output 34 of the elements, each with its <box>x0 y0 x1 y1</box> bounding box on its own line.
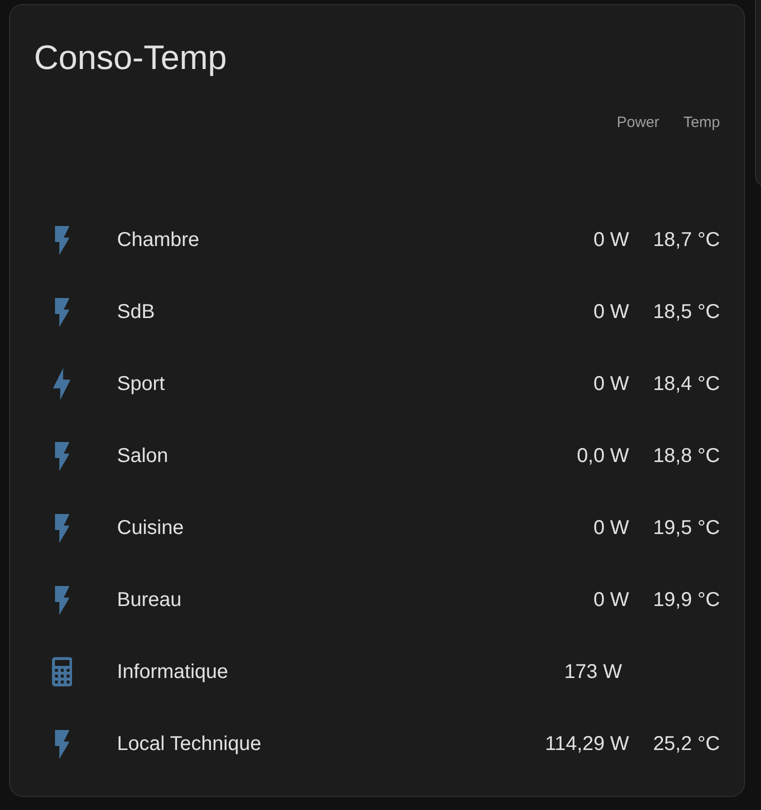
room-name: Chambre <box>117 228 200 252</box>
power-value: 0 W <box>594 228 630 252</box>
room-name: Bureau <box>117 588 182 612</box>
power-value: 0,0 W <box>576 444 630 468</box>
temperature-value: 25,2 °C <box>653 732 720 756</box>
temperature-value: 18,8 °C <box>653 444 720 468</box>
lightning-bolt-icon <box>54 442 70 470</box>
lightning-bolt-icon <box>54 514 70 542</box>
lightning-bolt-icon <box>54 298 70 326</box>
power-value: 0 W <box>594 300 630 324</box>
power-value: 114,29 W <box>544 732 630 756</box>
power-value: 0 W <box>594 516 630 540</box>
lightning-bolt-icon <box>54 226 70 254</box>
column-header: Power <box>616 114 660 132</box>
calculator-icon <box>52 657 72 687</box>
room-name: Salon <box>117 444 170 468</box>
temperature-value: 18,7 °C <box>653 228 720 252</box>
room-name: Informatique <box>117 660 230 684</box>
temperature-value: 18,4 °C <box>653 372 720 396</box>
power-value: 0 W <box>594 588 630 612</box>
card-title: Conso-Temp <box>34 38 228 78</box>
room-name: Sport <box>117 372 166 396</box>
power-value: 173 W <box>564 660 622 684</box>
temperature-value: 19,9 °C <box>653 588 720 612</box>
power-value: 0 W <box>594 372 630 396</box>
lightning-bolt-icon <box>54 730 70 758</box>
lightning-bolt-icon <box>54 586 70 614</box>
room-name: SdB <box>117 300 156 324</box>
temperature-value: 18,5 °C <box>653 300 720 324</box>
temperature-value: 19,5 °C <box>653 516 720 540</box>
room-name: Cuisine <box>117 516 185 540</box>
column-header: Temp <box>683 114 720 132</box>
lightning-bolt-icon <box>53 368 71 400</box>
room-name: Local Technique <box>117 732 262 756</box>
